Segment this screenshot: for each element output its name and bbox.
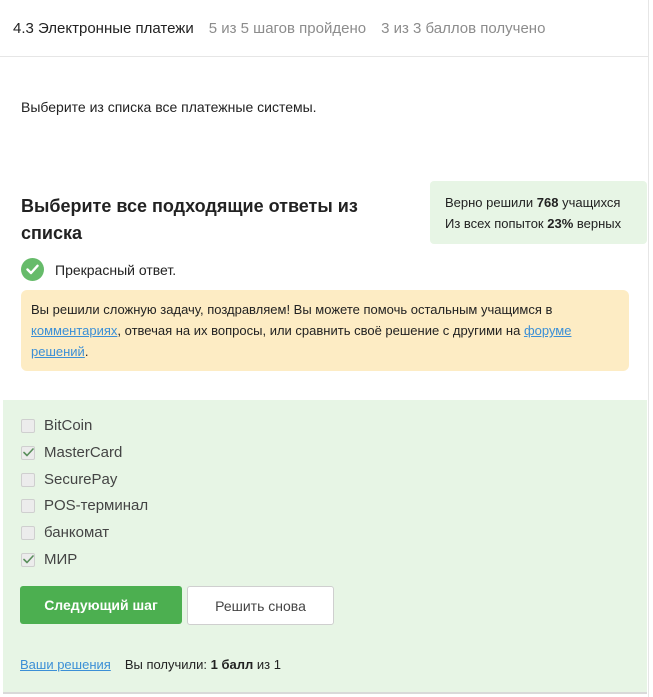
solved-count: 768 <box>536 195 559 210</box>
retry-button[interactable]: Решить снова <box>187 586 334 625</box>
step-prompt: Выберите из списка все платежные системы… <box>21 99 317 115</box>
checkbox-unchecked[interactable] <box>21 498 35 513</box>
correct-percent: 23% <box>547 216 574 231</box>
stats-box: Верно решили 768 учащихся Из всех попыто… <box>430 181 647 244</box>
answer-option[interactable]: BitCoin <box>21 417 92 434</box>
answer-option-label: банкомат <box>44 524 110 541</box>
bottom-divider <box>3 692 647 694</box>
check-circle-icon <box>21 258 44 281</box>
answer-option-label: POS-терминал <box>44 497 149 514</box>
lesson-header: 4.3 Электронные платежи 5 из 5 шагов про… <box>0 0 648 57</box>
steps-progress: 5 из 5 шагов пройдено <box>208 19 367 37</box>
answer-option-label: MasterCard <box>44 444 123 461</box>
answer-option[interactable]: SecurePay <box>21 471 117 488</box>
answer-option[interactable]: POS-терминал <box>21 497 148 514</box>
answer-option-label: BitCoin <box>44 417 93 434</box>
lesson-title: 4.3 Электронные платежи <box>13 19 194 37</box>
question-title: Выберите все подходящие ответы из списка <box>21 196 358 243</box>
answer-option-label: МИР <box>44 551 78 568</box>
checkmark-icon <box>22 555 34 564</box>
answer-panel: BitCoin MasterCard SecurePay POS-терминал ба… <box>3 400 647 692</box>
comments-link[interactable]: комментариях <box>31 323 117 338</box>
answer-option[interactable]: MasterCard <box>21 444 122 461</box>
score-received: Вы получили: 1 балл из 1 <box>124 657 281 672</box>
result-status: Прекрасный ответ. <box>21 258 176 281</box>
answer-option-label: SecurePay <box>44 471 118 488</box>
answer-option[interactable]: МИР <box>21 551 77 568</box>
checkbox-checked[interactable] <box>21 552 35 567</box>
stats-percent: Из всех попыток 23% верных <box>445 216 622 231</box>
submission-footer: Ваши решения Вы получили: 1 балл из 1 <box>20 657 281 672</box>
result-text: Прекрасный ответ. <box>55 261 177 278</box>
checkbox-checked[interactable] <box>21 445 35 460</box>
your-solutions-link[interactable]: Ваши решения <box>20 657 111 672</box>
checkbox-unchecked[interactable] <box>21 525 35 540</box>
checkbox-unchecked[interactable] <box>21 418 35 433</box>
next-step-button[interactable]: Следующий шаг <box>20 586 182 624</box>
checkbox-unchecked[interactable] <box>21 472 35 487</box>
answer-option[interactable]: банкомат <box>21 524 109 541</box>
stats-solved: Верно решили 768 учащихся <box>445 195 621 210</box>
checkmark-icon <box>22 448 34 457</box>
points-progress: 3 из 3 баллов получено <box>381 19 546 37</box>
right-border <box>648 0 649 697</box>
congrats-notice: Вы решили сложную задачу, поздравляем! В… <box>21 290 629 371</box>
